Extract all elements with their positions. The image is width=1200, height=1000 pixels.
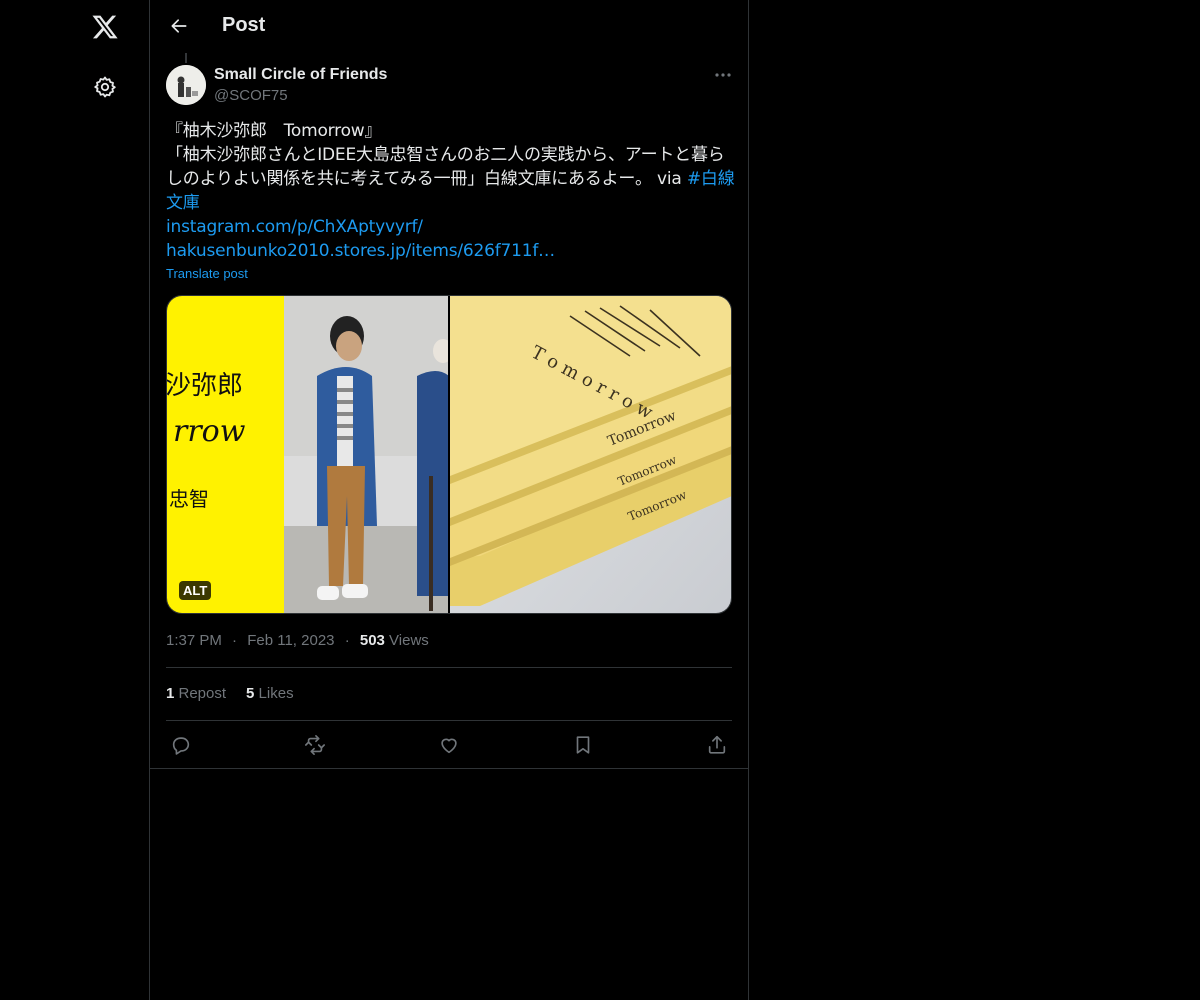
gear-icon[interactable] [84, 66, 126, 108]
likes-stat[interactable]: 5 Likes [246, 685, 294, 702]
views-count: 503 [359, 632, 385, 649]
post-header: Post [150, 0, 748, 53]
page-title: Post [222, 14, 266, 36]
post-text-line: 『柚木沙弥郎 Tomorrow』 [166, 121, 382, 141]
post-stats: 1 Repost 5 Likes [166, 685, 294, 702]
instagram-link[interactable]: instagram.com/p/ChXAptyvyrf/ [166, 217, 423, 237]
cover-subtitle-text: rrow [173, 414, 246, 449]
thread-connector-line [185, 53, 187, 63]
media-image-left[interactable]: 沙弥郎 rrow 忠智 ALT [167, 296, 448, 613]
post-text-line: しのよりよい関係を共に考えてみる一冊」白線文庫にあるよー。 via #白線 [166, 167, 736, 191]
author-handle[interactable]: @SCOF75 [214, 87, 288, 104]
avatar[interactable] [166, 65, 206, 105]
left-nav [0, 0, 150, 1000]
post-text-line: 文庫 [166, 191, 736, 215]
cover-author-text: 忠智 [169, 487, 209, 511]
more-options-icon[interactable] [708, 62, 738, 88]
divider [166, 720, 732, 721]
post-meta: 1:37 PM · Feb 11, 2023 · 503 Views [166, 632, 429, 649]
primary-column: Post Small Circle of Friends @SCOF75 『柚木… [149, 0, 749, 1000]
author-name[interactable]: Small Circle of Friends [214, 66, 387, 84]
likes-label: Likes [254, 685, 294, 702]
post-date[interactable]: Feb 11, 2023 [247, 632, 334, 649]
store-link[interactable]: hakusenbunko2010.stores.jp/items/626f711… [166, 241, 555, 261]
views-label: Views [384, 632, 429, 649]
alt-badge[interactable]: ALT [179, 581, 212, 600]
reply-icon[interactable] [166, 730, 196, 760]
share-icon[interactable] [702, 730, 732, 760]
meta-separator: · [232, 632, 238, 649]
post-actions [166, 730, 732, 760]
divider [150, 768, 748, 769]
post-time[interactable]: 1:37 PM [166, 632, 222, 649]
meta-separator: · [344, 632, 350, 649]
heart-icon[interactable] [434, 730, 464, 760]
post-text-segment: しのよりよい関係を共に考えてみる一冊」白線文庫にあるよー。 via [166, 169, 687, 189]
reposts-label: Repost [174, 685, 227, 702]
post-text-line: 「柚木沙弥郎さんとIDEE大島忠智さんのお二人の実践から、アートと暮ら [166, 145, 725, 165]
repost-icon[interactable] [300, 730, 330, 760]
x-logo-icon[interactable] [84, 6, 126, 48]
reposts-stat[interactable]: 1 Repost [166, 685, 226, 702]
hashtag-link[interactable]: #白線 [687, 169, 735, 189]
translate-post-link[interactable]: Translate post [166, 266, 248, 281]
post-text: 『柚木沙弥郎 Tomorrow』 「柚木沙弥郎さんとIDEE大島忠智さんのお二人… [166, 119, 736, 263]
post-media: 沙弥郎 rrow 忠智 ALT T o m o r r o w Tomorrow… [166, 295, 732, 614]
hashtag-link-continued[interactable]: 文庫 [166, 193, 200, 213]
arrow-left-icon[interactable] [162, 9, 196, 43]
post-text-line: instagram.com/p/ChXAptyvyrf/ [166, 215, 736, 239]
divider [166, 667, 732, 668]
cover-title-text: 沙弥郎 [167, 371, 243, 401]
media-image-right[interactable]: T o m o r r o w Tomorrow Tomorrow Tomorr… [450, 296, 731, 613]
bookmark-icon[interactable] [568, 730, 598, 760]
post-text-line: hakusenbunko2010.stores.jp/items/626f711… [166, 239, 736, 263]
